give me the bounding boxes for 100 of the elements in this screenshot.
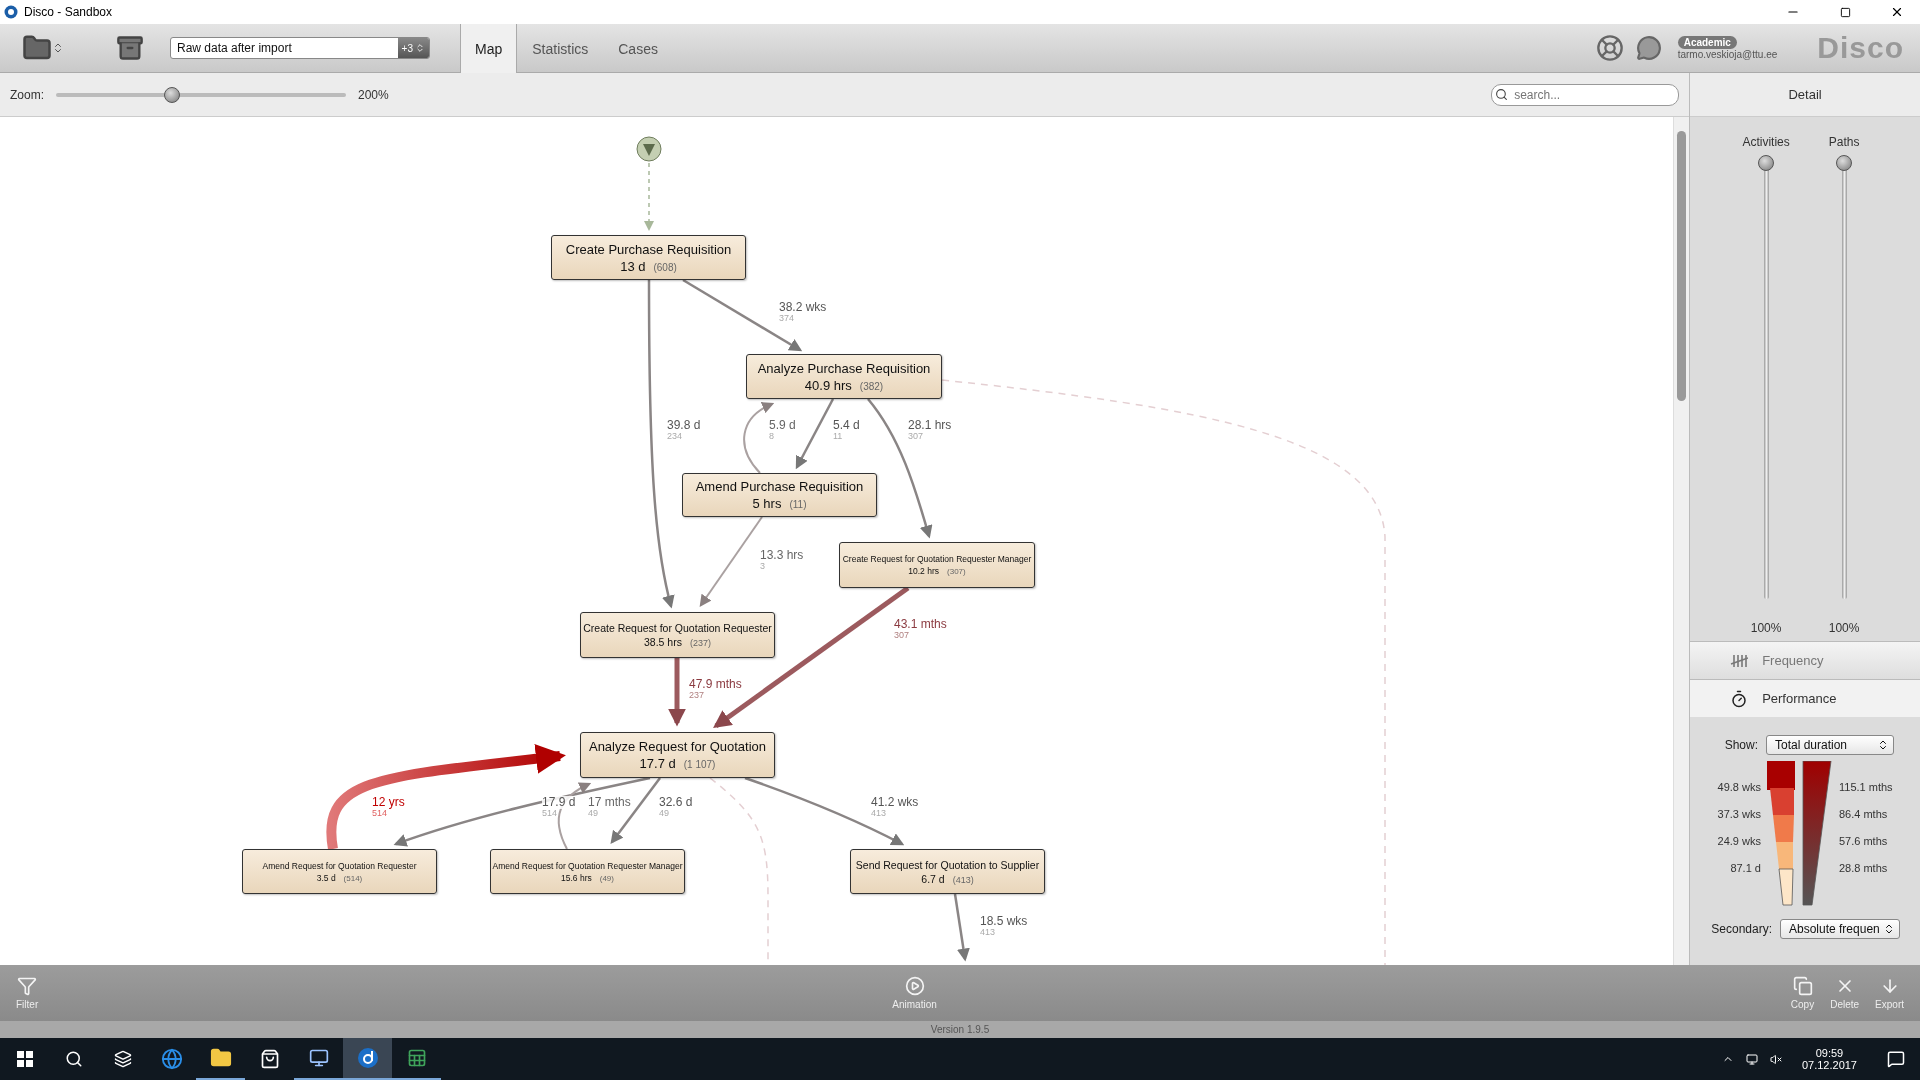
filter-icon: [17, 976, 38, 996]
activity-node[interactable]: Create Request for Quotation Requester Manager 10.2 hrs (307): [839, 542, 1035, 588]
secondary-select[interactable]: Absolute frequen: [1780, 919, 1900, 939]
mode-tab[interactable]: Frequency: [1690, 641, 1920, 679]
up-down-icon: [52, 42, 64, 54]
activity-count: (608): [653, 261, 677, 273]
activity-duration: 3.5 d: [316, 872, 336, 883]
activity-node[interactable]: Analyze Request for Quotation 17.7 d (1 107): [580, 732, 775, 778]
app-logo: Disco: [1817, 31, 1904, 65]
windows-icon: [16, 1051, 33, 1067]
activity-name: Amend Request for Quotation Requester Manager: [492, 860, 683, 871]
license-badge: Academic: [1677, 36, 1737, 49]
edge-arrow: [644, 162, 654, 231]
zoom-thumb[interactable]: [164, 86, 180, 103]
activity-duration: 10.2 hrs: [908, 566, 939, 576]
legend-label: 37.3 wks: [1717, 808, 1761, 822]
edge-count: 49: [588, 809, 598, 820]
edge-count: 307: [894, 631, 910, 642]
legend-label: 28.8 mths: [1838, 862, 1888, 876]
monitor-icon: [308, 1048, 329, 1068]
mode-tab[interactable]: Performance: [1690, 679, 1920, 717]
activity-name: Create Purchase Requisition: [565, 241, 732, 257]
disco-app-button[interactable]: [343, 1038, 392, 1080]
slider-thumb[interactable]: [1835, 155, 1852, 171]
legend-label: 87.1 d: [1730, 862, 1761, 876]
search-field[interactable]: search...: [1491, 83, 1680, 106]
activity-count: (382): [859, 380, 884, 392]
network-icon: [1745, 1051, 1758, 1067]
activity-name: Create Request for Quotation Requester Manager: [842, 554, 1032, 564]
shopping-bag-icon: [259, 1049, 280, 1069]
up-down-icon: [1883, 923, 1895, 935]
activity-name: Create Request for Quotation Requester: [583, 622, 772, 634]
app-icon: [4, 5, 18, 19]
app-icon: [356, 1047, 379, 1069]
activity-duration: 15.6 hrs: [561, 872, 592, 883]
activity-name: Analyze Request for Quotation: [588, 739, 767, 754]
activity-node[interactable]: Send Request for Quotation to Supplier 6.7 d (413): [850, 849, 1045, 894]
tally-icon: [1730, 653, 1749, 668]
slider-reading: 100%: [1828, 621, 1860, 635]
activity-name: Send Request for Quotation to Supplier: [855, 858, 1040, 871]
speech-bubble-icon: [1635, 35, 1662, 61]
edge-count: 307: [908, 432, 924, 443]
activity-node[interactable]: Amend Purchase Requisition 5 hrs (11): [682, 473, 877, 517]
activity-count: (11): [789, 499, 807, 510]
edge-duration: 17.9 d: [542, 796, 576, 810]
search-icon: [64, 1050, 83, 1068]
spreadsheet-icon: [406, 1048, 427, 1068]
slider-label: Activities: [1742, 135, 1790, 149]
slider-reading: 100%: [1750, 621, 1782, 635]
activity-node[interactable]: Create Request for Quotation Requester 38.5 hrs (237): [580, 612, 775, 658]
clock-date: 07.12.2017: [1801, 1059, 1857, 1071]
edge-count: 413: [871, 809, 887, 820]
variant-count-badge: +3: [397, 38, 429, 58]
dataset-dropdown[interactable]: Raw data after import +3: [170, 37, 430, 59]
scrollbar[interactable]: [1673, 117, 1690, 965]
edge-count: 374: [779, 314, 795, 325]
metric-select[interactable]: Total duration: [1766, 735, 1894, 755]
edge-count: 413: [980, 928, 996, 939]
panel-title: Detail: [1788, 87, 1822, 102]
edge-arrow: [795, 398, 835, 470]
activity-duration: 6.7 d: [921, 872, 945, 885]
activity-node[interactable]: Create Purchase Requisition 13 d (608): [551, 235, 746, 280]
activity-node[interactable]: Amend Request for Quotation Requester Manager 15.6 hrs (49): [490, 849, 685, 894]
activity-count: (307): [947, 567, 966, 576]
edge-count: 8: [769, 432, 774, 443]
activity-name: Analyze Purchase Requisition: [757, 360, 931, 376]
close-icon: [1890, 5, 1904, 19]
maximize-icon: [1839, 6, 1851, 18]
edge-count: 237: [689, 691, 705, 702]
view-tab[interactable]: Statistics: [517, 24, 604, 73]
up-down-icon: [415, 43, 425, 53]
account-email: tarmo.veskioja@ttu.ee: [1677, 49, 1778, 60]
activity-duration: 5 hrs: [752, 496, 782, 511]
up-down-icon: [1877, 739, 1889, 751]
stacked-windows-icon: [113, 1050, 132, 1068]
view-tab[interactable]: Cases: [603, 24, 673, 73]
play-icon: [904, 976, 925, 996]
edge-count: 514: [542, 809, 558, 820]
activity-duration: 13 d: [620, 258, 646, 274]
legend-label: 57.6 mths: [1838, 835, 1888, 849]
copy-icon: [1792, 976, 1813, 996]
legend-label: 115.1 mths: [1838, 781, 1893, 795]
secondary-label: Secondary:: [1711, 922, 1772, 936]
view-tab[interactable]: Map: [460, 24, 518, 73]
lifebuoy-icon: [1595, 34, 1624, 62]
search-icon: [1495, 88, 1509, 101]
activity-count: (413): [952, 874, 974, 885]
stopwatch-icon: [1730, 689, 1749, 708]
activity-count: (1 107): [683, 759, 716, 770]
activity-node[interactable]: Amend Request for Quotation Requester 3.5 d (514): [242, 849, 437, 894]
edge-count: 49: [659, 809, 669, 820]
activity-duration: 17.7 d: [639, 756, 676, 771]
slider-thumb[interactable]: [1757, 155, 1774, 171]
activity-duration: 40.9 hrs: [804, 377, 852, 393]
activity-count: (237): [689, 638, 711, 648]
version-text: Version 1.9.5: [930, 1024, 990, 1035]
show-label: Show:: [1724, 738, 1758, 752]
folder-icon: [209, 1047, 232, 1069]
activity-node[interactable]: Analyze Purchase Requisition 40.9 hrs (382): [746, 354, 942, 399]
search-input[interactable]: search...: [1512, 86, 1667, 103]
